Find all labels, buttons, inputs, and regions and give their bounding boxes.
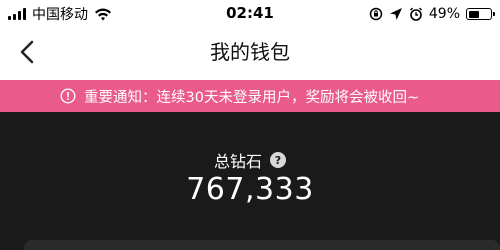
balance-value: 767,333 xyxy=(186,172,314,207)
nav-bar: 我的钱包 xyxy=(0,28,500,76)
balance-label-row: 总钻石 ? xyxy=(0,148,500,172)
balance-label: 总钻石 xyxy=(213,152,262,171)
wallet-card xyxy=(24,240,500,250)
battery-fill xyxy=(468,10,479,18)
status-bar: 中国移动 02:41 49% xyxy=(0,0,500,28)
help-icon[interactable]: ? xyxy=(270,152,286,168)
info-icon xyxy=(60,88,76,104)
battery-percent: 49% xyxy=(428,6,460,22)
notice-text: 重要通知：连续30天未登录用户，奖励将会被收回~ xyxy=(84,89,420,106)
rotation-lock-icon xyxy=(369,7,383,21)
notice-banner[interactable]: 重要通知：连续30天未登录用户，奖励将会被收回~ xyxy=(0,80,500,112)
wallet-panel: 总钻石 ? 767,333 xyxy=(0,112,500,250)
status-right: 49% xyxy=(369,4,495,24)
alarm-icon xyxy=(409,7,422,21)
battery-icon xyxy=(466,8,495,20)
page-title: 我的钱包 xyxy=(210,40,290,64)
location-icon xyxy=(389,8,402,20)
